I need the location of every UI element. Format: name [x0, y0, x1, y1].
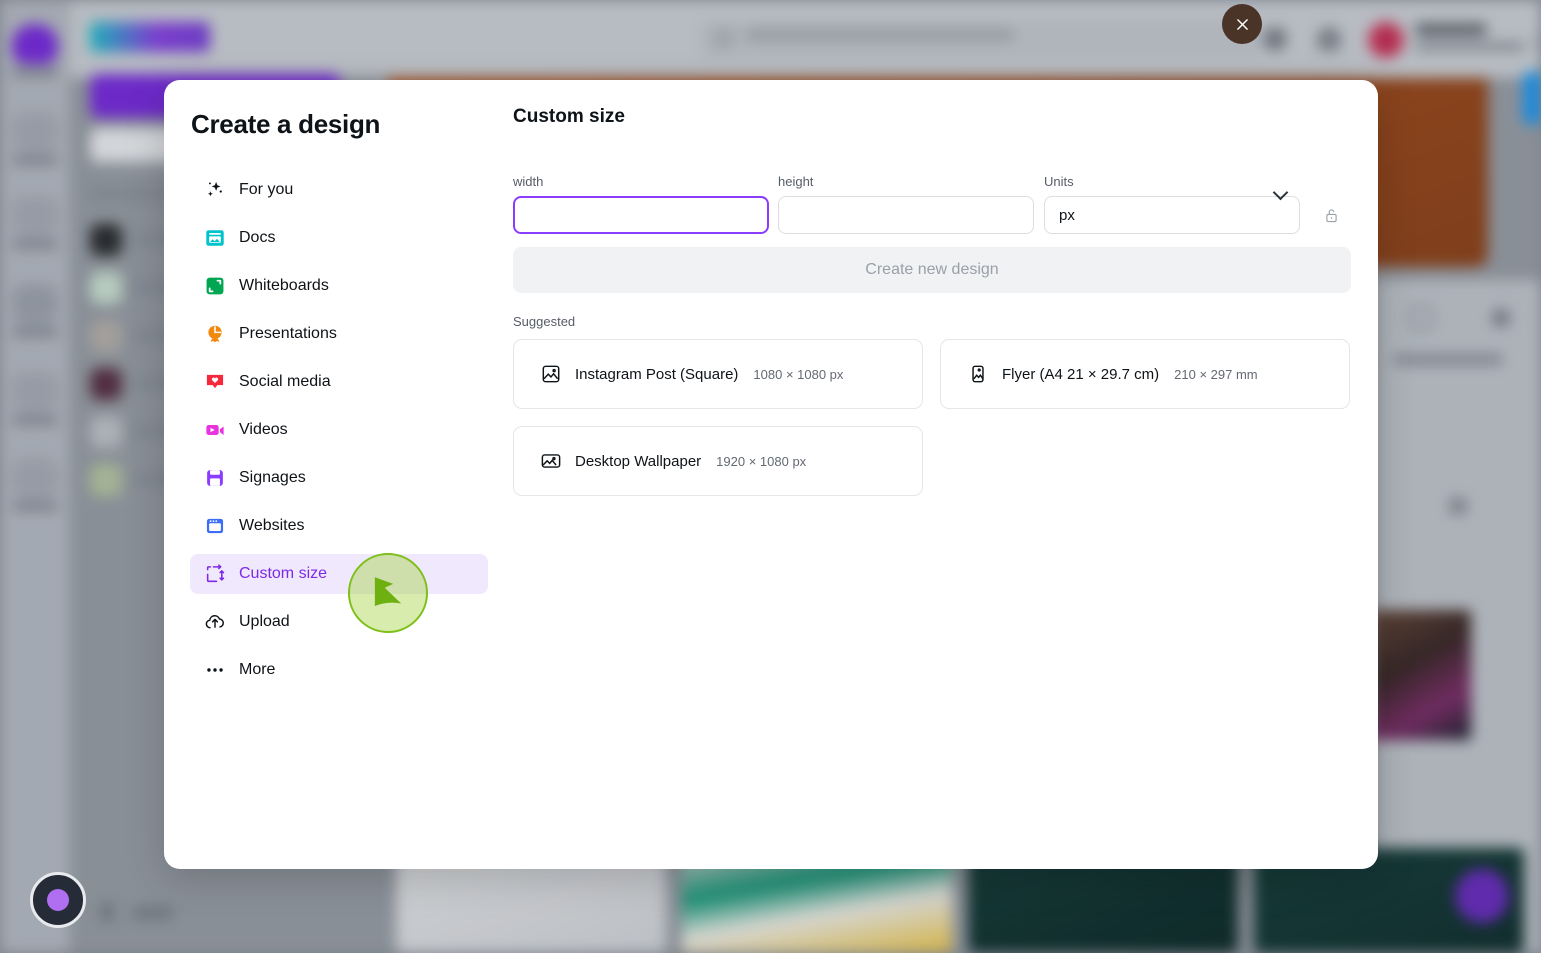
video-icon [204, 419, 226, 441]
close-icon [1236, 18, 1248, 30]
sidebar-item-label: Websites [239, 517, 305, 534]
suggested-card-flyer[interactable]: Flyer (A4 21 × 29.7 cm) 210 × 297 mm [940, 339, 1350, 409]
suggested-card-dimensions: 210 × 297 mm [1174, 366, 1258, 382]
social-media-icon [204, 371, 226, 393]
units-label: Units [1044, 174, 1074, 189]
sparkles-icon [204, 179, 226, 201]
sidebar-item-label: More [239, 661, 276, 678]
sidebar-item-signages[interactable]: Signages [190, 458, 488, 498]
width-field: width [513, 174, 769, 234]
suggested-card-name: Desktop Wallpaper [575, 452, 702, 470]
sidebar-item-label: Presentations [239, 325, 337, 342]
modal-sidebar: For you Docs Whiteboards Presentations S… [190, 170, 488, 698]
suggested-card-dimensions: 1080 × 1080 px [753, 366, 844, 382]
lock-aspect-ratio-button[interactable] [1316, 196, 1346, 234]
pane-title: Custom size [513, 106, 625, 127]
custom-size-icon [204, 563, 226, 585]
sidebar-item-social-media[interactable]: Social media [190, 362, 488, 402]
wallpaper-icon [540, 450, 562, 472]
sidebar-item-label: Custom size [239, 565, 328, 582]
sidebar-item-custom-size[interactable]: Custom size [190, 554, 488, 594]
upload-icon [204, 611, 226, 633]
sidebar-item-for-you[interactable]: For you [190, 170, 488, 210]
image-icon [540, 363, 562, 385]
sidebar-item-label: Signages [239, 469, 306, 486]
suggested-card-name: Flyer (A4 21 × 29.7 cm) [1002, 365, 1160, 383]
unlock-icon [1325, 208, 1337, 222]
presentation-icon [204, 323, 226, 345]
signage-icon [204, 467, 226, 489]
suggested-card-name: Instagram Post (Square) [575, 365, 739, 383]
size-fields-row: width height Units px [513, 174, 1346, 234]
sidebar-item-label: For you [239, 181, 294, 198]
sidebar-item-more[interactable]: More [190, 650, 488, 690]
sidebar-item-label: Upload [239, 613, 290, 630]
width-label: width [513, 174, 544, 189]
sidebar-item-label: Whiteboards [239, 277, 329, 294]
units-select[interactable]: px [1044, 184, 1300, 234]
sidebar-item-label: Social media [239, 373, 331, 390]
flyer-icon [967, 363, 989, 385]
recording-dot [47, 889, 69, 911]
height-label: height [778, 174, 814, 189]
recording-indicator [30, 872, 86, 928]
create-a-design-modal: Create a design For you Docs Whiteboards… [164, 80, 1378, 869]
modal-title: Create a design [191, 109, 381, 139]
sidebar-item-presentations[interactable]: Presentations [190, 314, 488, 354]
create-new-design-button[interactable]: Create new design [513, 247, 1351, 293]
suggested-card-desktop-wallpaper[interactable]: Desktop Wallpaper 1920 × 1080 px [513, 426, 923, 496]
sidebar-item-upload[interactable]: Upload [190, 602, 488, 642]
units-field: Units px [1044, 174, 1300, 234]
height-field: height [769, 174, 1034, 234]
sidebar-item-websites[interactable]: Websites [190, 506, 488, 546]
suggested-card-dimensions: 1920 × 1080 px [716, 453, 807, 469]
suggested-label: Suggested [513, 314, 576, 329]
width-input[interactable] [513, 196, 769, 234]
suggested-card-instagram-post[interactable]: Instagram Post (Square) 1080 × 1080 px [513, 339, 923, 409]
sidebar-item-docs[interactable]: Docs [190, 218, 488, 258]
units-value: px [1059, 206, 1075, 224]
more-icon [204, 659, 226, 681]
sidebar-item-whiteboards[interactable]: Whiteboards [190, 266, 488, 306]
docs-icon [204, 227, 226, 249]
sidebar-item-label: Docs [239, 229, 276, 246]
custom-size-pane: Custom size width height Units px Create… [513, 80, 1378, 869]
height-input[interactable] [778, 196, 1034, 234]
suggested-sizes-grid: Instagram Post (Square) 1080 × 1080 px F… [513, 339, 1351, 496]
website-icon [204, 515, 226, 537]
sidebar-item-label: Videos [239, 421, 288, 438]
whiteboard-icon [204, 275, 226, 297]
sidebar-item-videos[interactable]: Videos [190, 410, 488, 450]
close-modal-button[interactable] [1222, 4, 1262, 44]
